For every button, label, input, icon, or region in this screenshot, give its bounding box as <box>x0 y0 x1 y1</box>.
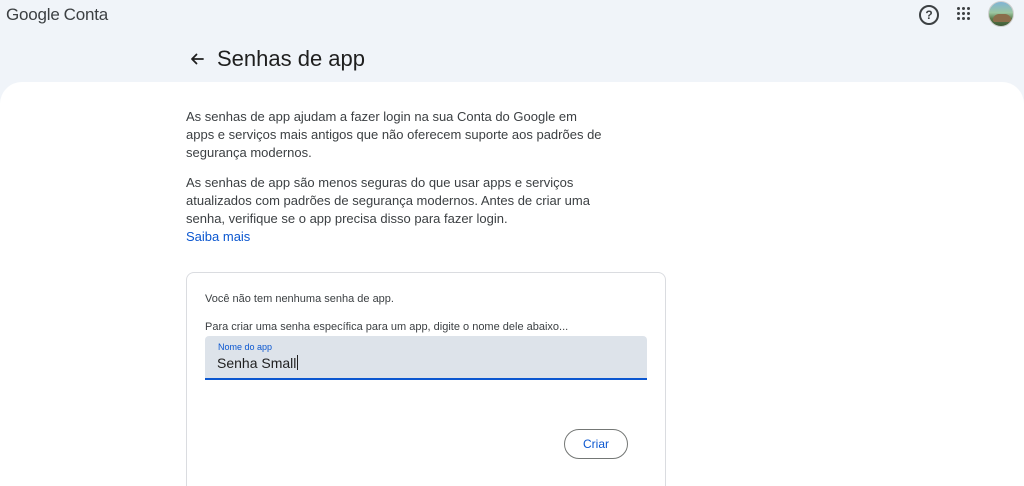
page-title: Senhas de app <box>217 46 366 71</box>
avatar[interactable] <box>988 1 1014 27</box>
back-arrow-icon[interactable] <box>186 48 208 70</box>
apps-grid-icon[interactable] <box>957 7 971 21</box>
help-icon-glyph: ? <box>925 8 933 22</box>
text-caret <box>297 355 299 370</box>
intro-paragraph-1: As senhas de app ajudam a fazer login na… <box>186 109 602 160</box>
app-name-value: Senha Small <box>217 355 297 371</box>
empty-state-message: Você não tem nenhuma senha de app. <box>205 293 394 305</box>
create-instructions: Para criar uma senha específica para um … <box>205 321 569 333</box>
google-account-logo[interactable]: Google Conta <box>6 5 108 25</box>
top-bar: Google Conta ? <box>0 0 1024 30</box>
app-name-field[interactable]: Nome do app Senha Small <box>205 336 647 380</box>
brand-google: Google <box>6 5 60 24</box>
brand-conta: Conta <box>63 5 109 24</box>
create-button[interactable]: Criar <box>564 429 628 459</box>
help-icon[interactable]: ? <box>919 5 939 25</box>
intro-paragraph-2: As senhas de app são menos seguras do qu… <box>186 175 590 226</box>
app-name-label: Nome do app <box>218 342 273 352</box>
app-name-input[interactable]: Senha Small <box>217 355 299 371</box>
learn-more-link[interactable]: Saiba mais <box>186 229 250 244</box>
